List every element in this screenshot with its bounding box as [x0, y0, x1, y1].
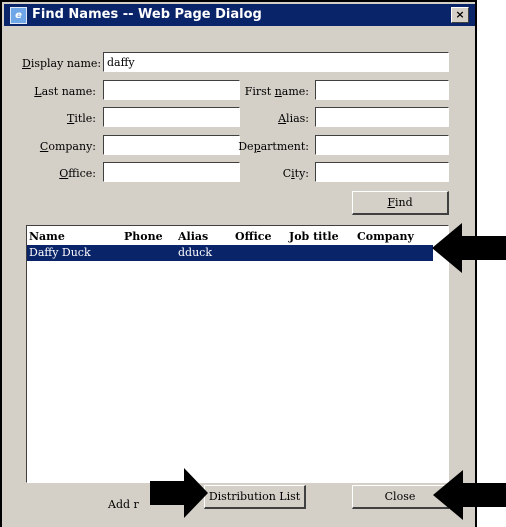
cell-alias: dduck	[178, 246, 212, 259]
find-button[interactable]: Find	[352, 191, 449, 215]
column-header-alias[interactable]: Alias	[178, 230, 208, 243]
arrow-icon	[432, 223, 506, 273]
column-header-phone[interactable]: Phone	[124, 230, 163, 243]
find-names-dialog: e Find Names -- Web Page Dialog × Displa…	[0, 0, 477, 527]
last-name-label: Last name:	[34, 85, 96, 98]
title-label: Title:	[66, 112, 96, 125]
office-field[interactable]	[103, 162, 240, 182]
company-field[interactable]	[103, 135, 240, 155]
department-label: Department:	[238, 140, 309, 153]
column-header-name[interactable]: Name	[29, 230, 65, 243]
first-name-label: First name:	[244, 85, 309, 98]
title-bar[interactable]: e Find Names -- Web Page Dialog ×	[4, 4, 475, 26]
column-header-job-title[interactable]: Job title	[289, 230, 339, 243]
office-label: Office:	[59, 167, 96, 180]
ie-icon: e	[10, 7, 27, 24]
table-row[interactable]: Daffy Duck dduck	[27, 245, 433, 261]
department-field[interactable]	[315, 135, 449, 155]
window-title: Find Names -- Web Page Dialog	[32, 7, 262, 22]
arrow-icon	[150, 468, 208, 518]
title-field[interactable]	[103, 107, 240, 127]
last-name-field[interactable]	[103, 80, 240, 100]
add-to-label: Add r	[108, 498, 139, 511]
city-label: City:	[282, 167, 309, 180]
results-header: Name Phone Alias Office Job title Compan…	[27, 230, 448, 244]
city-field[interactable]	[315, 162, 449, 182]
column-header-company[interactable]: Company	[357, 230, 414, 243]
results-list[interactable]: Name Phone Alias Office Job title Compan…	[26, 225, 449, 483]
display-name-field[interactable]	[103, 52, 449, 72]
cell-name: Daffy Duck	[29, 246, 91, 259]
alias-field[interactable]	[315, 107, 449, 127]
close-window-button[interactable]: ×	[451, 7, 469, 23]
distribution-list-button[interactable]: Distribution List	[204, 485, 306, 509]
alias-label: Alias:	[278, 112, 309, 125]
first-name-field[interactable]	[315, 80, 449, 100]
company-label: Company:	[39, 140, 96, 153]
column-header-office[interactable]: Office	[235, 230, 272, 243]
display-name-label: Display name:	[22, 57, 102, 70]
arrow-icon	[433, 470, 506, 520]
